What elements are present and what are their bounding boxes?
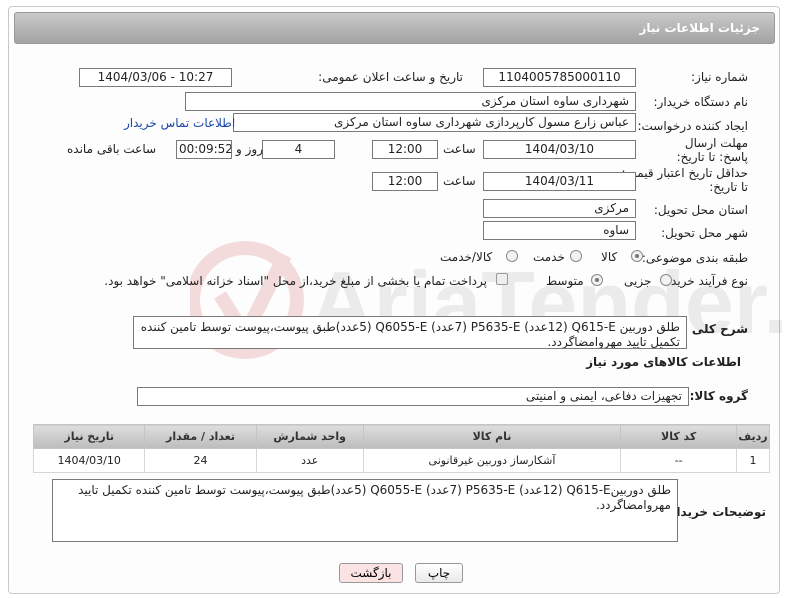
buyer-org-label: نام دستگاه خریدار: [653, 95, 749, 109]
goods-table-header-row: ردیف کد کالا نام کالا واحد شمارش تعداد /… [32, 424, 770, 449]
announce-datetime-field[interactable]: 1404/03/06 - 10:27 [79, 68, 232, 87]
table-row[interactable]: 1 -- آشکارساز دوربین غیرقانونی عدد 24 14… [32, 448, 770, 473]
category-service-label: خدمت [533, 250, 565, 264]
remaining-label: ساعت باقی مانده [67, 142, 157, 156]
city-field[interactable]: ساوه [483, 221, 636, 240]
page-header: جزئیات اطلاعات نیاز [14, 12, 775, 44]
reply-date-field[interactable]: 1404/03/10 [483, 140, 636, 159]
treasury-payment-checkbox[interactable] [496, 273, 508, 285]
province-field[interactable]: مرکزی [483, 199, 636, 218]
category-goods-radio[interactable] [631, 250, 643, 262]
cell-unit: عدد [255, 448, 364, 473]
requester-label: ایجاد کننده درخواست: [637, 119, 748, 133]
category-service-radio[interactable] [570, 250, 582, 262]
need-number-label: شماره نیاز: [691, 70, 748, 84]
reply-hour-label: ساعت [443, 142, 476, 156]
announce-datetime-label: تاریخ و ساعت اعلان عمومی: [318, 70, 463, 84]
goods-group-field[interactable]: تجهیزات دفاعی، ایمنی و امنیتی [137, 387, 689, 406]
process-type-label: نوع فرآیند خرید : [663, 274, 748, 288]
page-title: جزئیات اطلاعات نیاز [639, 21, 760, 35]
cell-row-number: 1 [736, 448, 770, 473]
category-label: طبقه بندی موضوعی: [641, 251, 748, 265]
process-partial-label: جزیی [624, 274, 652, 288]
category-goods-service-label: کالا/خدمت [440, 250, 493, 264]
need-number-field[interactable]: 1104005785000110 [483, 68, 636, 87]
col-row-number: ردیف [736, 424, 770, 449]
city-label: شهر محل تحویل: [661, 226, 748, 240]
cell-quantity: 24 [144, 448, 257, 473]
reply-deadline-label: مهلت ارسال پاسخ: تا تاریخ: [676, 136, 748, 164]
reply-time-field[interactable]: 12:00 [372, 140, 438, 159]
buyer-notes-textbox[interactable]: طلق دوربینQ615-E (12عدد) P5635-E (7عدد) … [52, 479, 678, 542]
province-label: استان محل تحویل: [653, 203, 748, 217]
category-goods-label: کالا [601, 250, 618, 264]
back-button[interactable]: بازگشت [339, 563, 403, 583]
requester-field[interactable]: عباس زارع مسول کارپردازی شهرداری ساوه اس… [233, 113, 636, 132]
process-medium-radio[interactable] [591, 274, 603, 286]
col-goods-name: نام کالا [362, 424, 622, 449]
validity-date-field[interactable]: 1404/03/11 [483, 172, 636, 191]
days-and-label: روز و [236, 142, 263, 156]
col-goods-code: کد کالا [620, 424, 738, 449]
buyer-contact-link[interactable]: اطلاعات تماس خریدار [124, 116, 235, 130]
price-validity-label: حداقل تاریخ اعتبار قیمت: تا تاریخ: [621, 166, 748, 194]
buyer-notes-label: توضیحات خریدار: [664, 505, 766, 519]
remaining-time-field[interactable]: 00:09:52 [176, 140, 232, 159]
cell-goods-name: آشکارساز دوربین غیرقانونی [362, 448, 622, 473]
goods-info-title: اطلاعات کالاهای مورد نیاز [586, 355, 741, 369]
goods-table: ردیف کد کالا نام کالا واحد شمارش تعداد /… [32, 424, 770, 473]
process-medium-label: متوسط [546, 274, 584, 288]
general-description-textbox[interactable]: طلق دوربین Q615-E (12عدد) P5635-E (7عدد)… [133, 316, 687, 349]
goods-group-label: گروه کالا: [689, 389, 748, 403]
validity-time-field[interactable]: 12:00 [372, 172, 438, 191]
col-need-date: تاریخ نیاز [32, 424, 146, 449]
treasury-payment-note: پرداخت تمام یا بخشی از مبلغ خرید،از محل … [104, 274, 487, 288]
category-goods-service-radio[interactable] [506, 250, 518, 262]
col-unit: واحد شمارش [255, 424, 364, 449]
cell-goods-code: -- [620, 448, 738, 473]
print-button[interactable]: چاپ [415, 563, 463, 583]
process-partial-radio[interactable] [660, 274, 672, 286]
buyer-org-field[interactable]: شهرداری ساوه استان مرکزی [185, 92, 636, 111]
remaining-days-field[interactable]: 4 [262, 140, 335, 159]
col-quantity: تعداد / مقدار [144, 424, 257, 449]
validity-hour-label: ساعت [443, 174, 476, 188]
cell-need-date: 1404/03/10 [32, 448, 146, 473]
